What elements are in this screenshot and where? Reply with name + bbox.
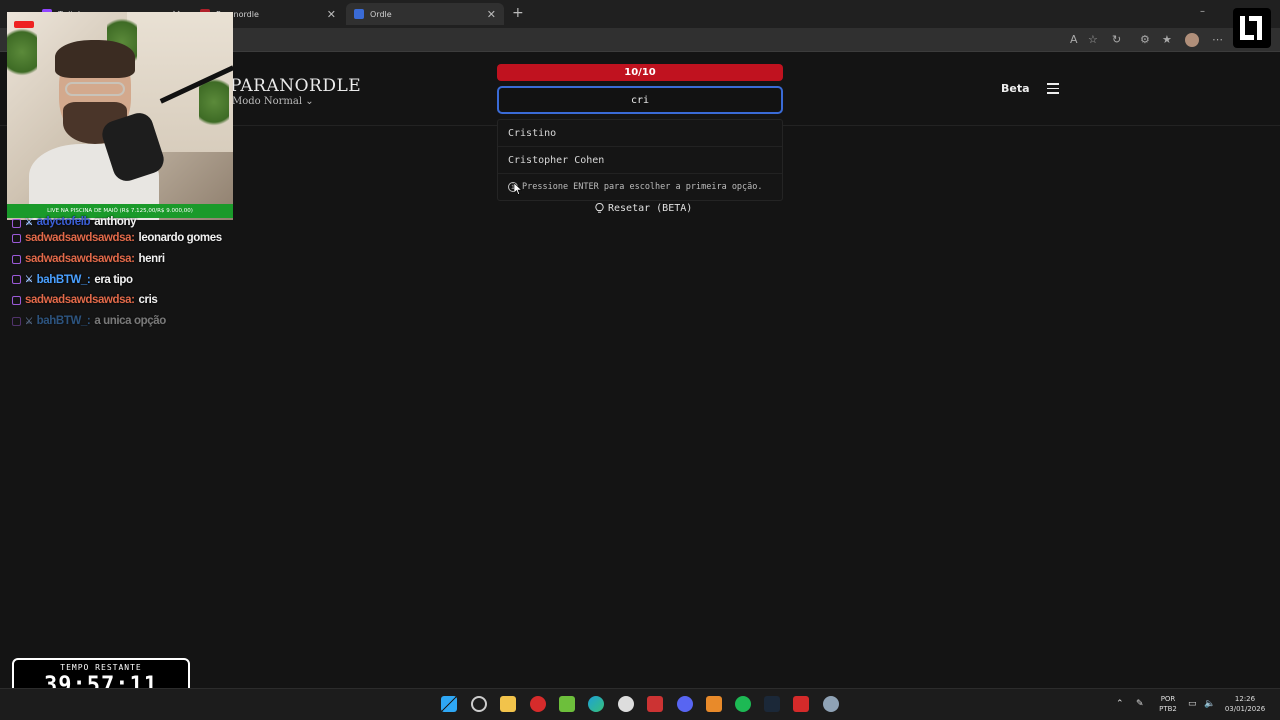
settings-gear-icon[interactable] — [823, 696, 839, 712]
chat-message: ⚔ bahBTW_: a unica opção — [12, 311, 237, 332]
hint-text: Pressione ENTER para escolher a primeira… — [522, 182, 763, 192]
keyboard-layout: PTB2 — [1159, 705, 1177, 713]
chat-text: anthony — [94, 216, 137, 228]
text-editor-icon[interactable] — [559, 696, 575, 712]
enter-hint: i Pressione ENTER para escolher a primei… — [498, 174, 782, 200]
chat-text: era tipo — [94, 273, 133, 286]
chat-username: sadwadsawdsawdsa: — [25, 232, 135, 245]
clock-date: 03/01/2026 — [1224, 705, 1266, 713]
hamburger-menu-icon[interactable] — [1047, 83, 1059, 94]
twitch-badge-icon — [12, 295, 21, 305]
read-aloud-icon[interactable]: A — [1070, 33, 1078, 46]
new-tab-button[interactable]: + — [512, 5, 524, 21]
windows-start-icon[interactable] — [441, 696, 457, 712]
chevron-down-icon: ⌄ — [305, 96, 314, 107]
chat-message: sadwadsawdsawdsa: cris — [12, 290, 237, 311]
stream-chat: ⚔ adyctofelb anthony sadwadsawdsawdsa: l… — [12, 214, 237, 331]
chat-text: a unica opção — [94, 315, 166, 328]
attempts-counter: 10/10 — [497, 64, 783, 81]
chat-username: sadwadsawdsawdsa: — [25, 253, 135, 266]
profile-avatar[interactable] — [1185, 33, 1199, 47]
chat-text: henri — [138, 253, 166, 266]
lightbulb-icon — [595, 202, 604, 213]
tools-app-icon[interactable] — [706, 696, 722, 712]
close-tab-icon[interactable]: ✕ — [487, 8, 496, 21]
file-explorer-icon[interactable] — [500, 696, 516, 712]
character-search-input[interactable] — [497, 86, 783, 114]
edge-browser-icon[interactable] — [588, 696, 604, 712]
display-icon[interactable]: ▭ — [1188, 699, 1197, 709]
flash-app-icon[interactable] — [793, 696, 809, 712]
chat-text: cris — [138, 294, 158, 307]
chat-username: bahBTW_: — [36, 315, 91, 328]
record-app-icon[interactable] — [530, 696, 546, 712]
favorite-star-icon[interactable]: ☆ — [1088, 33, 1098, 46]
volume-icon[interactable]: 🔈 — [1204, 699, 1215, 709]
twitch-badge-icon — [12, 316, 21, 326]
pen-icon[interactable]: ✎ — [1136, 699, 1144, 709]
chat-message: ⚔ bahBTW_: era tipo — [12, 269, 237, 290]
chevron-up-icon[interactable]: ⌃ — [1116, 699, 1124, 709]
favorites-icon[interactable]: ★ — [1162, 33, 1172, 46]
sword-badge-icon: ⚔ — [25, 274, 33, 285]
chat-message: sadwadsawdsawdsa: henri — [12, 249, 237, 270]
minimize-button[interactable]: – — [1200, 6, 1205, 17]
chat-message: sadwadsawdsawdsa: leonardo gomes — [12, 228, 237, 249]
refresh-icon[interactable]: ↻ — [1112, 33, 1121, 46]
twitch-badge-icon — [12, 275, 21, 285]
windows-taskbar — [0, 688, 1280, 720]
twitch-badge-icon — [12, 254, 21, 264]
clock-time: 12:26 — [1234, 695, 1256, 703]
timer-label: TEMPO RESTANTE — [60, 663, 142, 672]
tab-ordle[interactable]: Ordle ✕ — [346, 3, 504, 25]
discord-icon[interactable] — [677, 696, 693, 712]
language-code: POR — [1160, 695, 1176, 703]
clock-tray[interactable]: 12:26 03/01/2026 — [1222, 694, 1268, 714]
spotify-icon[interactable] — [735, 696, 751, 712]
ordle-favicon-icon — [354, 9, 364, 19]
news-app-icon[interactable] — [647, 696, 663, 712]
clock-app-icon[interactable] — [471, 696, 487, 712]
mode-label: Modo Normal — [232, 96, 303, 107]
chat-message: ⚔ adyctofelb anthony — [12, 214, 237, 228]
chat-username: adyctofelb — [36, 216, 91, 228]
more-menu-icon[interactable]: ⋯ — [1212, 33, 1223, 46]
chat-username: bahBTW_: — [36, 273, 91, 286]
close-tab-icon[interactable]: ✕ — [327, 8, 336, 21]
mouse-cursor-icon — [514, 183, 522, 195]
extensions-icon[interactable]: ⚙ — [1140, 33, 1150, 46]
input-language[interactable]: POR PTB2 — [1155, 694, 1181, 714]
mascot-app-icon[interactable] — [618, 696, 634, 712]
suggestions-dropdown: Cristino Cristopher Cohen i Pressione EN… — [497, 119, 783, 201]
twitch-badge-icon — [12, 219, 21, 228]
suggestion-item[interactable]: Cristopher Cohen — [498, 147, 782, 174]
sword-badge-icon: ⚔ — [25, 315, 33, 326]
webcam-overlay — [7, 12, 233, 220]
channel-logo — [1233, 8, 1271, 48]
sword-badge-icon: ⚔ — [25, 217, 33, 227]
chat-text: leonardo gomes — [138, 232, 223, 245]
reset-button[interactable]: Resetar (BETA) — [595, 201, 692, 215]
youtube-badge-icon — [14, 21, 34, 28]
twitch-badge-icon — [12, 233, 21, 243]
reset-label: Resetar (BETA) — [608, 202, 693, 214]
chat-username: sadwadsawdsawdsa: — [25, 294, 135, 307]
suggestion-item[interactable]: Cristino — [498, 120, 782, 147]
beta-label: Beta — [1001, 82, 1030, 95]
tab-label: Ordle — [370, 9, 392, 19]
site-logo[interactable]: PARANORDLE — [230, 76, 361, 96]
steam-icon[interactable] — [764, 696, 780, 712]
mode-selector[interactable]: Modo Normal ⌄ — [232, 96, 314, 107]
